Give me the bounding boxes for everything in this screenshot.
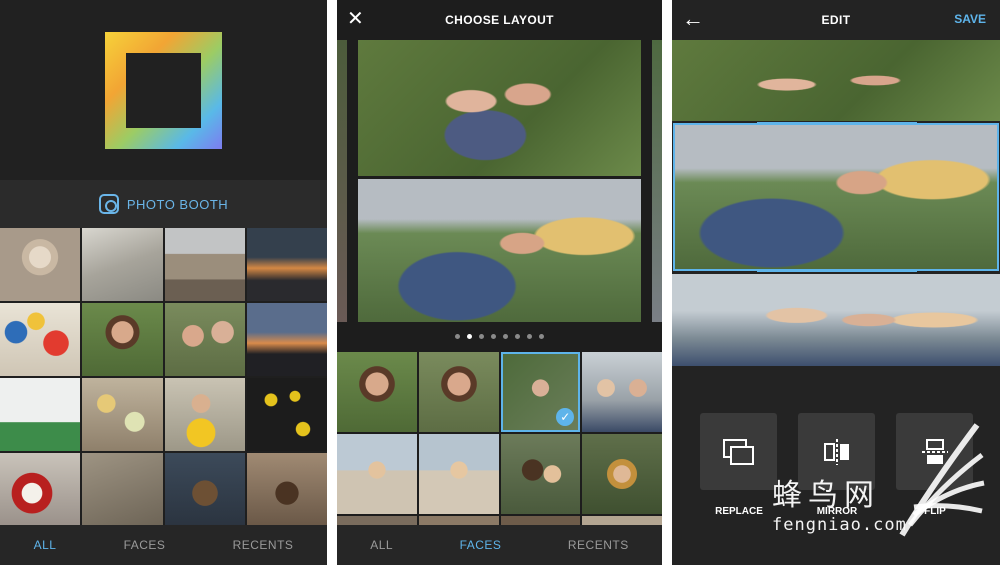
photo-thumbnail[interactable] <box>500 434 581 514</box>
page-title: CHOOSE LAYOUT <box>445 13 554 27</box>
photo-thumbnail[interactable] <box>0 378 81 451</box>
collage-photo-1[interactable] <box>672 40 1000 121</box>
logo-area <box>0 0 327 180</box>
page-indicator <box>337 330 662 342</box>
photo-booth-button[interactable]: PHOTO BOOTH <box>0 180 327 228</box>
home-screen: PHOTO BOOTH ALL FACES RECENTS <box>0 0 327 565</box>
page-dot[interactable] <box>479 333 484 339</box>
tab-faces[interactable]: FACES <box>460 538 502 552</box>
photo-thumbnail[interactable] <box>246 303 327 376</box>
photo-booth-label: PHOTO BOOTH <box>126 196 229 212</box>
choose-layout-screen: ✕ CHOOSE LAYOUT ✓ ALL FACES RECENTS <box>337 0 662 565</box>
tab-recents[interactable]: RECENTS <box>568 538 629 552</box>
layout-preview[interactable] <box>358 40 641 322</box>
filter-tabbar: ALL FACES RECENTS <box>0 525 327 565</box>
header: ← EDIT SAVE <box>672 0 1000 40</box>
photo-thumbnail-selected[interactable]: ✓ <box>500 352 581 432</box>
photo-thumbnail[interactable] <box>164 303 245 376</box>
close-icon[interactable]: ✕ <box>347 9 367 29</box>
photo-thumbnail[interactable] <box>164 378 245 451</box>
photo-thumbnail[interactable] <box>82 453 163 526</box>
photo-thumbnail[interactable] <box>246 228 327 301</box>
photo-thumbnail[interactable] <box>0 228 81 301</box>
tab-all[interactable]: ALL <box>370 538 393 552</box>
tab-faces[interactable]: FACES <box>124 538 166 552</box>
checkmark-icon: ✓ <box>556 408 575 426</box>
photo-thumbnail[interactable] <box>246 378 327 451</box>
page-dot[interactable] <box>491 333 496 339</box>
photo-thumbnail[interactable] <box>582 434 662 514</box>
previous-layout-peek[interactable] <box>337 40 347 322</box>
photo-thumbnail[interactable] <box>582 352 662 432</box>
header: ✕ CHOOSE LAYOUT <box>337 0 662 40</box>
page-dot[interactable] <box>527 333 532 339</box>
photo-thumbnail[interactable] <box>418 352 499 432</box>
collage-photo-2-selected[interactable] <box>673 123 999 271</box>
collage-canvas <box>672 40 1000 366</box>
resize-handle-bottom[interactable] <box>757 269 917 272</box>
photo-thumbnail[interactable] <box>164 453 245 526</box>
next-layout-peek[interactable] <box>652 40 662 322</box>
layout-logo <box>105 32 222 149</box>
save-button[interactable]: SAVE <box>954 12 986 26</box>
replace-button[interactable] <box>700 413 777 490</box>
photo-thumbnail[interactable] <box>418 434 499 514</box>
layout-photo-bottom[interactable] <box>358 179 641 322</box>
watermark-text: 蜂鸟网 <box>772 478 880 513</box>
photo-thumbnail[interactable] <box>246 453 327 526</box>
photo-thumbnail[interactable] <box>82 303 163 376</box>
photo-thumbnail[interactable] <box>337 352 417 432</box>
page-dot[interactable] <box>455 333 460 339</box>
photo-thumbnail[interactable] <box>82 228 163 301</box>
page-dot[interactable] <box>503 333 508 339</box>
collage-photo-3[interactable] <box>672 274 1000 366</box>
mirror-icon <box>823 438 849 465</box>
photo-thumbnail[interactable] <box>0 303 81 376</box>
photo-grid: ✓ <box>337 352 662 529</box>
replace-label: REPLACE <box>715 506 763 517</box>
photo-thumbnail[interactable] <box>337 434 417 514</box>
back-arrow-icon[interactable]: ← <box>682 8 704 30</box>
photo-thumbnail[interactable] <box>164 228 245 301</box>
tab-all[interactable]: ALL <box>34 538 57 552</box>
filter-tabbar: ALL FACES RECENTS <box>337 525 662 565</box>
page-dot[interactable] <box>539 333 544 339</box>
photo-thumbnail[interactable] <box>82 378 163 451</box>
tab-recents[interactable]: RECENTS <box>233 538 294 552</box>
watermark-url: fengniao.com <box>772 515 907 535</box>
replace-icon <box>722 438 754 465</box>
page-dot[interactable] <box>515 333 520 339</box>
photo-thumbnail[interactable] <box>0 453 81 526</box>
page-dot[interactable] <box>467 333 472 339</box>
camera-icon <box>98 194 119 214</box>
photo-grid <box>0 228 327 526</box>
layout-photo-top[interactable] <box>358 40 641 176</box>
page-title: EDIT <box>821 13 851 27</box>
resize-handle-top[interactable] <box>757 122 917 125</box>
